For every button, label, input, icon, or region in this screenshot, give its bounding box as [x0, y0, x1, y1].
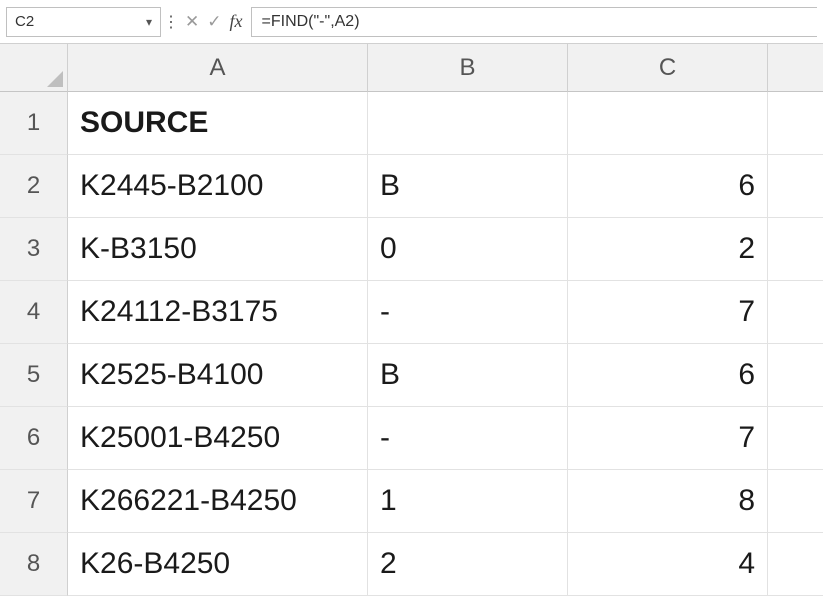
enter-icon[interactable]: ✓ [207, 12, 221, 32]
cell-C5[interactable]: 6 [568, 344, 768, 407]
table-row: 3 K-B3150 0 2 [0, 218, 823, 281]
cell-D8[interactable] [768, 533, 823, 596]
cell-A1[interactable]: SOURCE [68, 92, 368, 155]
cell-D4[interactable] [768, 281, 823, 344]
col-header-D[interactable] [768, 44, 823, 92]
cell-D7[interactable] [768, 470, 823, 533]
row-header-8[interactable]: 8 [0, 533, 68, 596]
cell-C8[interactable]: 4 [568, 533, 768, 596]
cell-B3[interactable]: 0 [368, 218, 568, 281]
cell-B7[interactable]: 1 [368, 470, 568, 533]
row-header-3[interactable]: 3 [0, 218, 68, 281]
formula-bar: C2 ▾ ⋮ ✕ ✓ fx =FIND("-",A2) [0, 0, 823, 44]
cell-A8[interactable]: K26-B4250 [68, 533, 368, 596]
cell-A7[interactable]: K266221-B4250 [68, 470, 368, 533]
table-row: 5 K2525-B4100 B 6 [0, 344, 823, 407]
name-box[interactable]: C2 ▾ [6, 7, 161, 37]
formula-input[interactable]: =FIND("-",A2) [251, 7, 818, 37]
cell-C2[interactable]: 6 [568, 155, 768, 218]
cell-B4[interactable]: - [368, 281, 568, 344]
cell-B6[interactable]: - [368, 407, 568, 470]
cell-D3[interactable] [768, 218, 823, 281]
cancel-icon[interactable]: ✕ [185, 12, 199, 32]
cell-A4[interactable]: K24112-B3175 [68, 281, 368, 344]
cell-B8[interactable]: 2 [368, 533, 568, 596]
table-row: 4 K24112-B3175 - 7 [0, 281, 823, 344]
row-header-7[interactable]: 7 [0, 470, 68, 533]
name-box-value: C2 [15, 13, 34, 30]
fx-icon[interactable]: fx [230, 11, 243, 32]
cell-B5[interactable]: B [368, 344, 568, 407]
cell-C4[interactable]: 7 [568, 281, 768, 344]
cell-C3[interactable]: 2 [568, 218, 768, 281]
cell-C6[interactable]: 7 [568, 407, 768, 470]
row-header-6[interactable]: 6 [0, 407, 68, 470]
cell-D1[interactable] [768, 92, 823, 155]
cell-A5[interactable]: K2525-B4100 [68, 344, 368, 407]
row-header-2[interactable]: 2 [0, 155, 68, 218]
table-row: 2 K2445-B2100 B 6 [0, 155, 823, 218]
cell-C1[interactable] [568, 92, 768, 155]
table-row: 1 SOURCE [0, 92, 823, 155]
more-icon[interactable]: ⋮ [161, 12, 181, 32]
table-row: 8 K26-B4250 2 4 [0, 533, 823, 596]
row-header-4[interactable]: 4 [0, 281, 68, 344]
cell-D6[interactable] [768, 407, 823, 470]
select-all-corner[interactable] [0, 44, 68, 92]
column-header-row: A B C [0, 44, 823, 92]
chevron-down-icon[interactable]: ▾ [146, 15, 152, 29]
cell-A6[interactable]: K25001-B4250 [68, 407, 368, 470]
row-header-5[interactable]: 5 [0, 344, 68, 407]
col-header-C[interactable]: C [568, 44, 768, 92]
cell-C7[interactable]: 8 [568, 470, 768, 533]
formula-bar-buttons: ✕ ✓ fx [181, 11, 247, 32]
grid-body: 1 SOURCE 2 K2445-B2100 B 6 3 K-B3150 0 2 [0, 92, 823, 596]
col-header-A[interactable]: A [68, 44, 368, 92]
cell-A2[interactable]: K2445-B2100 [68, 155, 368, 218]
cell-D5[interactable] [768, 344, 823, 407]
cell-B1[interactable] [368, 92, 568, 155]
table-row: 7 K266221-B4250 1 8 [0, 470, 823, 533]
col-header-B[interactable]: B [368, 44, 568, 92]
cell-D2[interactable] [768, 155, 823, 218]
table-row: 6 K25001-B4250 - 7 [0, 407, 823, 470]
cell-A3[interactable]: K-B3150 [68, 218, 368, 281]
spreadsheet-grid: A B C 1 SOURCE 2 K2445-B2100 B 6 [0, 44, 823, 598]
formula-text: =FIND("-",A2) [262, 13, 360, 31]
row-header-1[interactable]: 1 [0, 92, 68, 155]
cell-B2[interactable]: B [368, 155, 568, 218]
